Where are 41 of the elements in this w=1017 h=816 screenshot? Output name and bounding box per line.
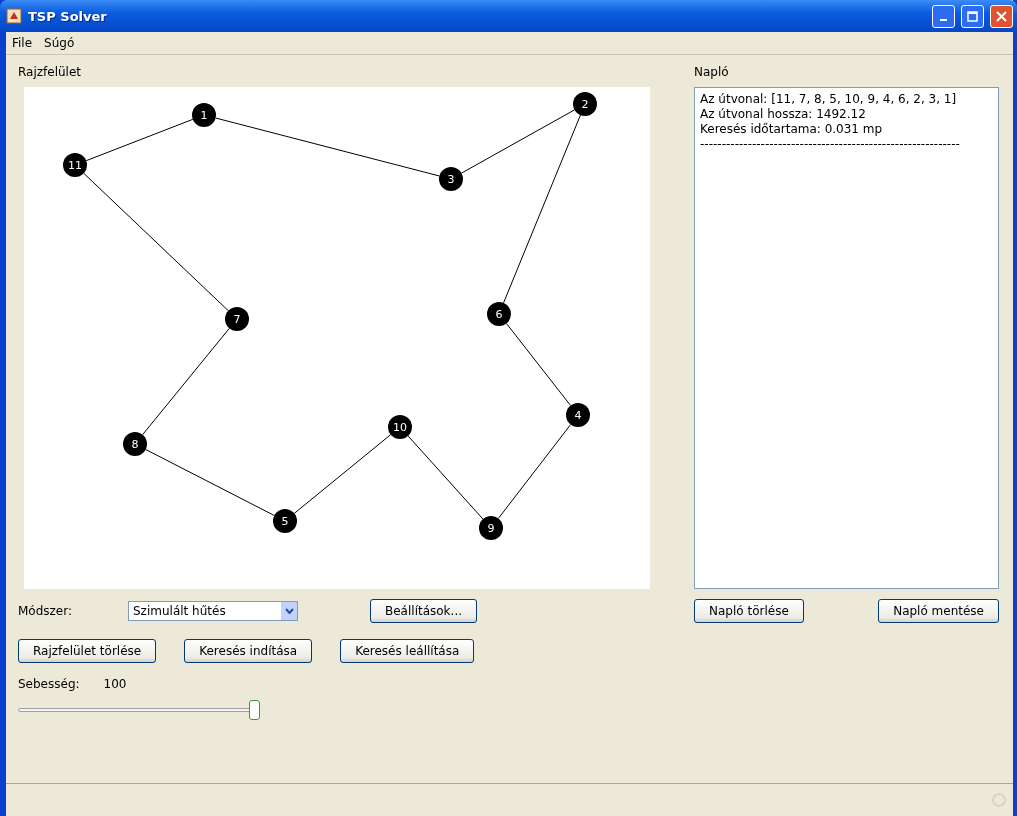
city-node[interactable]: 8	[123, 432, 147, 456]
speed-label: Sebesség:	[18, 677, 80, 691]
city-node[interactable]: 1	[192, 103, 216, 127]
slider-thumb[interactable]	[249, 700, 260, 720]
city-node[interactable]: 3	[439, 167, 463, 191]
city-node[interactable]: 11	[63, 153, 87, 177]
log-button[interactable]: Napló mentése	[878, 599, 999, 623]
log-line: Az útvonal: [11, 7, 8, 5, 10, 9, 4, 6, 2, 3, 1]	[700, 92, 958, 107]
log-line: Keresés időtartama: 0.031 mp	[700, 122, 884, 137]
maximize-button[interactable]	[961, 4, 984, 28]
chevron-down-icon	[284, 608, 294, 614]
window-title: TSP Solver	[28, 8, 108, 24]
speed-value: 100	[103, 677, 127, 691]
log-label: Napló	[694, 65, 730, 79]
city-node[interactable]: 10	[388, 415, 412, 439]
minimize-button[interactable]	[932, 4, 955, 28]
city-node[interactable]: 6	[487, 302, 511, 326]
action-button[interactable]: Keresés indítása	[184, 639, 313, 663]
method-label: Módszer:	[18, 604, 73, 618]
log-line: ------------------------------------------------------------	[700, 137, 961, 152]
city-node[interactable]: 7	[225, 307, 249, 331]
city-node[interactable]: 5	[273, 509, 297, 533]
minimize-icon	[940, 19, 947, 21]
log-button[interactable]: Napló törlése	[694, 599, 804, 623]
log-line: Az útvonal hossza: 1492.12	[700, 107, 867, 122]
action-button[interactable]: Keresés leállítása	[340, 639, 475, 663]
city-node[interactable]: 9	[479, 516, 503, 540]
menu-item[interactable]: File	[12, 36, 33, 50]
canvas-label: Rajzfelület	[18, 65, 83, 79]
speed-slider[interactable]	[18, 699, 260, 721]
menu-item[interactable]: Súgó	[44, 36, 75, 50]
action-button[interactable]: Rajzfelület törlése	[18, 639, 157, 663]
maximize-icon	[967, 10, 978, 22]
drawing-canvas[interactable]: 11 7 8 5 10 9 4 6 2 3 1	[24, 87, 650, 589]
close-icon	[996, 10, 1007, 22]
city-node[interactable]: 4	[566, 403, 590, 427]
city-node[interactable]: 2	[573, 92, 597, 116]
settings-button[interactable]: Beállítások...	[370, 599, 477, 623]
method-dropdown[interactable]: Szimulált hűtés	[128, 601, 298, 621]
app-icon	[6, 8, 22, 24]
close-button[interactable]	[990, 4, 1013, 28]
